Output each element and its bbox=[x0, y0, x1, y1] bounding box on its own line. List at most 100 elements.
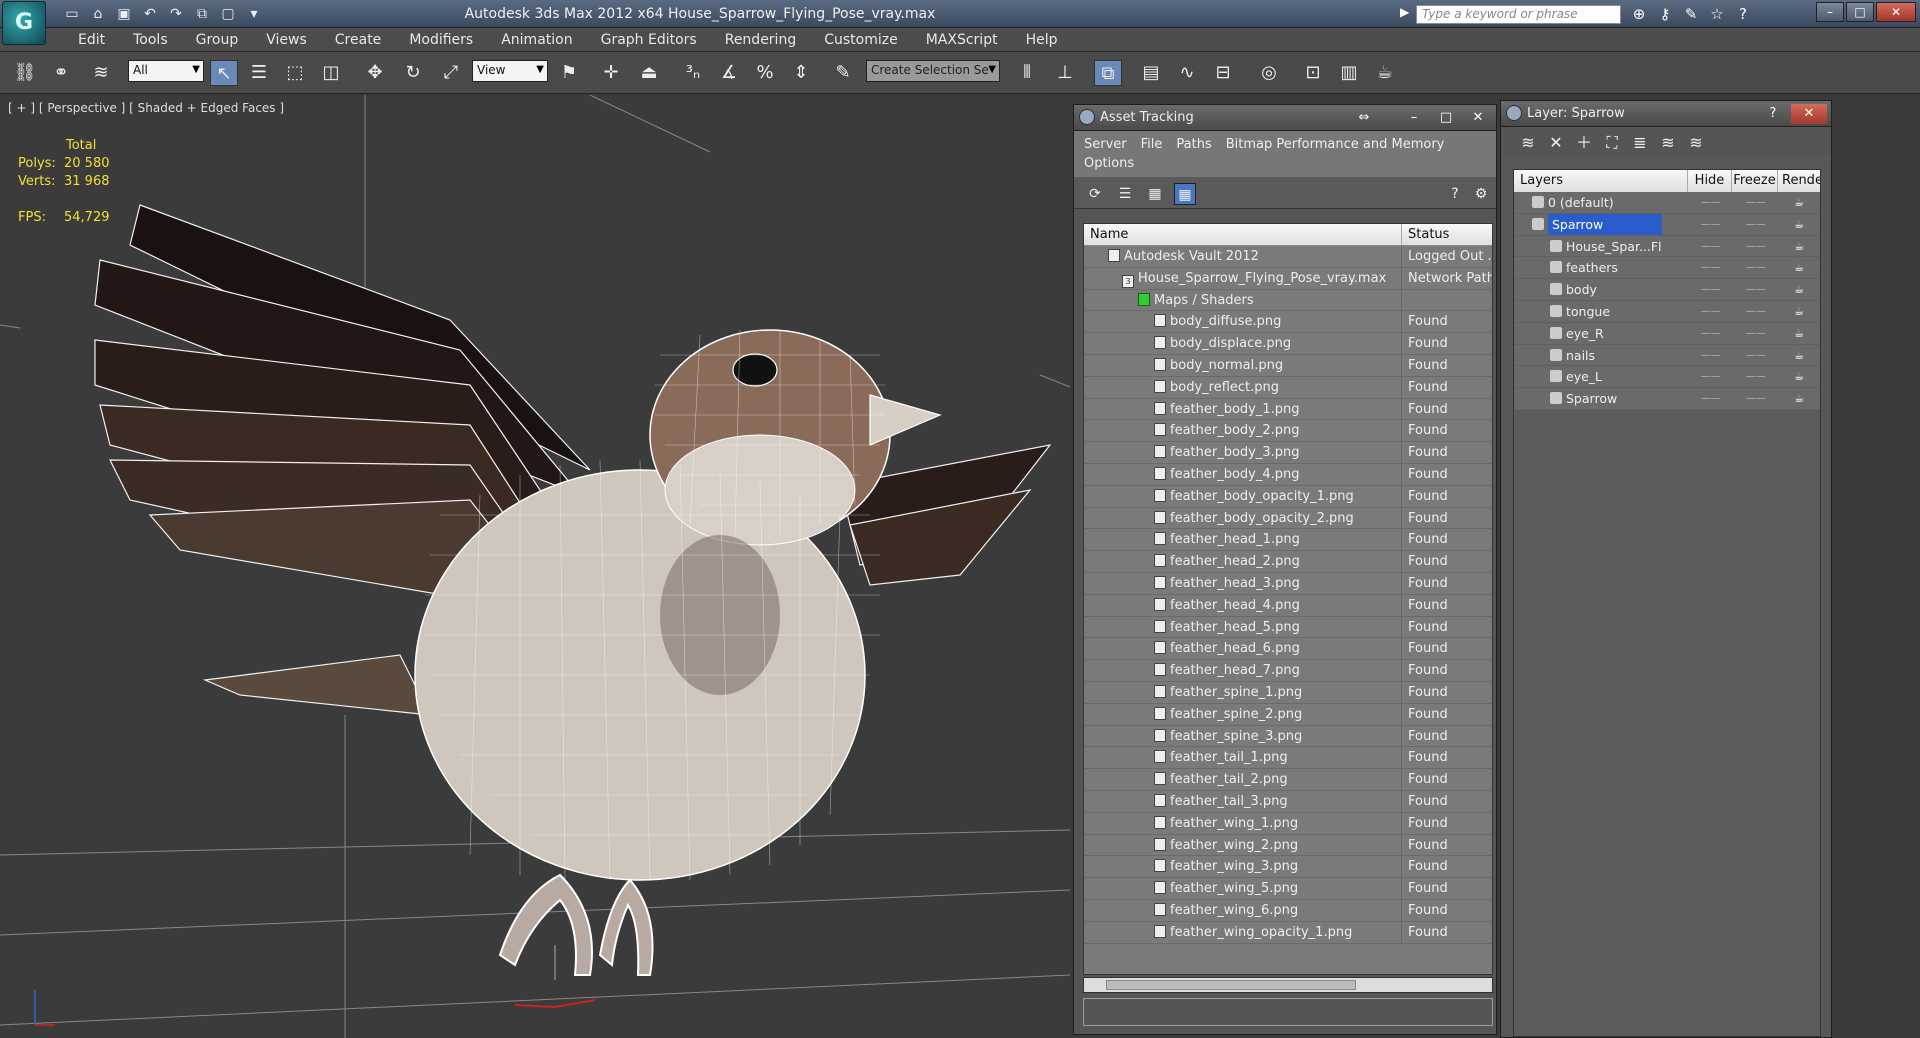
create-layer-icon[interactable]: ≋ bbox=[1517, 132, 1539, 154]
menu-group[interactable]: Group bbox=[182, 28, 253, 52]
search-input[interactable]: Type a keyword or phrase bbox=[1416, 5, 1621, 24]
render-teapot-icon[interactable]: ☕ bbox=[1778, 345, 1820, 366]
close-button[interactable]: ✕ bbox=[1876, 2, 1916, 22]
select-manipulate-icon[interactable]: ✛ bbox=[598, 60, 624, 86]
render-teapot-icon[interactable]: ☕ bbox=[1778, 192, 1820, 213]
menu-modifiers[interactable]: Modifiers bbox=[395, 28, 487, 52]
graphite-ribbon-icon[interactable]: ▤ bbox=[1138, 60, 1164, 86]
schematic-view-icon[interactable]: ⊟ bbox=[1210, 60, 1236, 86]
asset-row[interactable]: feather_wing_6.png Found bbox=[1084, 899, 1492, 922]
asset-row[interactable]: feather_body_1.png Found bbox=[1084, 398, 1492, 421]
asset-row[interactable]: feather_head_3.png Found bbox=[1084, 572, 1492, 595]
menu-graph-editors[interactable]: Graph Editors bbox=[587, 28, 711, 52]
asset-row[interactable]: feather_tail_2.png Found bbox=[1084, 769, 1492, 791]
asset-menu-options[interactable]: Options bbox=[1084, 156, 1134, 171]
asset-row[interactable]: feather_tail_1.png Found bbox=[1084, 747, 1492, 770]
asset-row[interactable]: feather_head_4.png Found bbox=[1084, 594, 1492, 617]
asset-row[interactable]: feather_head_1.png Found bbox=[1084, 529, 1492, 552]
hide-column-header[interactable]: Hide bbox=[1688, 170, 1732, 192]
table-view-icon[interactable]: ▦ bbox=[1174, 183, 1196, 205]
search-expand-icon[interactable]: ▶ bbox=[1400, 5, 1409, 19]
move-icon[interactable]: ✥ bbox=[362, 60, 388, 86]
menu-create[interactable]: Create bbox=[321, 28, 396, 52]
hide-toggle[interactable]: —— bbox=[1688, 366, 1733, 387]
highlight-layer-icon[interactable]: ≣ bbox=[1629, 132, 1651, 154]
freeze-toggle[interactable]: —— bbox=[1733, 279, 1778, 300]
selection-region-icon[interactable]: ⬚ bbox=[282, 60, 308, 86]
render-teapot-icon[interactable]: ☕ bbox=[1778, 323, 1820, 344]
freeze-toggle[interactable]: —— bbox=[1733, 388, 1778, 409]
render-teapot-icon[interactable]: ☕ bbox=[1778, 279, 1820, 300]
hide-toggle[interactable]: —— bbox=[1688, 323, 1733, 344]
status-column-header[interactable]: Status bbox=[1402, 224, 1492, 245]
add-to-layer-icon[interactable]: ＋ bbox=[1573, 132, 1595, 154]
asset-row[interactable]: feather_wing_5.png Found bbox=[1084, 878, 1492, 900]
window-crossing-icon[interactable]: ◫ bbox=[318, 60, 344, 86]
help-icon[interactable]: ? bbox=[1732, 3, 1754, 25]
asset-row[interactable]: feather_wing_1.png Found bbox=[1084, 812, 1492, 835]
select-in-layer-icon[interactable]: ⛶ bbox=[1601, 132, 1623, 154]
app-menu-button[interactable]: G bbox=[2, 1, 46, 45]
minimize-button[interactable]: – bbox=[1816, 2, 1844, 22]
freeze-all-layers-icon[interactable]: ≋ bbox=[1685, 132, 1707, 154]
list-view-icon[interactable]: ☰ bbox=[1114, 183, 1136, 205]
link-icon[interactable]: ⛓ bbox=[12, 60, 38, 86]
asset-maximize-button[interactable]: □ bbox=[1432, 108, 1460, 128]
hide-toggle[interactable]: —— bbox=[1688, 192, 1733, 213]
asset-row[interactable]: feather_spine_3.png Found bbox=[1084, 725, 1492, 748]
asset-row[interactable]: feather_body_2.png Found bbox=[1084, 420, 1492, 443]
pivot-center-icon[interactable]: ⚑ bbox=[556, 60, 582, 86]
asset-row[interactable]: feather_wing_opacity_1.png Found bbox=[1084, 921, 1492, 944]
asset-row[interactable]: feather_body_opacity_2.png Found bbox=[1084, 507, 1492, 530]
hide-toggle[interactable]: —— bbox=[1688, 388, 1733, 409]
snaps-toggle-icon[interactable]: ³ₙ bbox=[680, 60, 706, 86]
edit-named-selection-icon[interactable]: ✎ bbox=[830, 60, 856, 86]
freeze-toggle[interactable]: —— bbox=[1733, 236, 1778, 257]
asset-minimize-button[interactable]: – bbox=[1400, 108, 1428, 128]
viewport-label[interactable]: [ + ] [ Perspective ] [ Shaded + Edged F… bbox=[8, 101, 284, 115]
thumbnail-view-icon[interactable]: ▦ bbox=[1144, 183, 1166, 205]
asset-close-button[interactable]: ✕ bbox=[1464, 108, 1492, 128]
layer-row[interactable]: eye_L —— —— ☕ bbox=[1514, 366, 1820, 389]
asset-row[interactable]: feather_body_4.png Found bbox=[1084, 463, 1492, 486]
binoculars-icon[interactable]: ⊕ bbox=[1628, 3, 1650, 25]
render-production-icon[interactable]: ☕ bbox=[1372, 60, 1398, 86]
layer-titlebar[interactable]: Layer: Sparrow ? ✕ bbox=[1501, 101, 1831, 127]
menu-maxscript[interactable]: MAXScript bbox=[912, 28, 1012, 52]
settings-icon[interactable]: ⚙ bbox=[1470, 183, 1492, 205]
asset-status-field[interactable] bbox=[1083, 998, 1493, 1026]
menu-views[interactable]: Views bbox=[252, 28, 321, 52]
menu-tools[interactable]: Tools bbox=[119, 28, 182, 52]
hide-toggle[interactable]: —— bbox=[1688, 214, 1733, 235]
asset-row[interactable]: feather_tail_3.png Found bbox=[1084, 790, 1492, 813]
asset-tracking-titlebar[interactable]: Asset Tracking ⇔ – □ ✕ bbox=[1074, 105, 1496, 131]
asset-row[interactable]: feather_wing_3.png Found bbox=[1084, 856, 1492, 879]
asset-row[interactable]: feather_head_7.png Found bbox=[1084, 660, 1492, 682]
layer-manager-icon[interactable]: ⧉ bbox=[1094, 60, 1122, 86]
layers-column-header[interactable]: Layers bbox=[1514, 170, 1688, 192]
rotate-icon[interactable]: ↻ bbox=[400, 60, 426, 86]
menu-customize[interactable]: Customize bbox=[810, 28, 912, 52]
select-object-icon[interactable]: ↖ bbox=[210, 60, 238, 86]
scrollbar-thumb[interactable] bbox=[1106, 980, 1356, 990]
asset-row[interactable]: feather_head_2.png Found bbox=[1084, 551, 1492, 573]
layer-help-button[interactable]: ? bbox=[1759, 104, 1787, 124]
asset-menu-server[interactable]: Server bbox=[1084, 137, 1127, 152]
help-icon[interactable]: ? bbox=[1444, 183, 1466, 205]
asset-horizontal-scrollbar[interactable] bbox=[1083, 977, 1493, 993]
asset-menu-paths[interactable]: Paths bbox=[1176, 137, 1211, 152]
align-icon[interactable]: ⊥ bbox=[1052, 60, 1078, 86]
layer-row[interactable]: feathers —— —— ☕ bbox=[1514, 257, 1820, 280]
freeze-column-header[interactable]: Freeze bbox=[1732, 170, 1778, 192]
freeze-toggle[interactable]: —— bbox=[1733, 323, 1778, 344]
mirror-icon[interactable]: ⫴ bbox=[1014, 60, 1040, 86]
asset-row[interactable]: body_displace.png Found bbox=[1084, 333, 1492, 355]
name-column-header[interactable]: Name bbox=[1084, 224, 1402, 245]
layer-close-button[interactable]: ✕ bbox=[1791, 104, 1827, 124]
freeze-toggle[interactable]: —— bbox=[1733, 192, 1778, 213]
render-teapot-icon[interactable]: ☕ bbox=[1778, 366, 1820, 387]
render-setup-icon[interactable]: ⊡ bbox=[1300, 60, 1326, 86]
bind-space-warp-icon[interactable]: ≋ bbox=[88, 60, 114, 86]
hide-toggle[interactable]: —— bbox=[1688, 236, 1733, 257]
asset-row[interactable]: feather_body_3.png Found bbox=[1084, 442, 1492, 464]
